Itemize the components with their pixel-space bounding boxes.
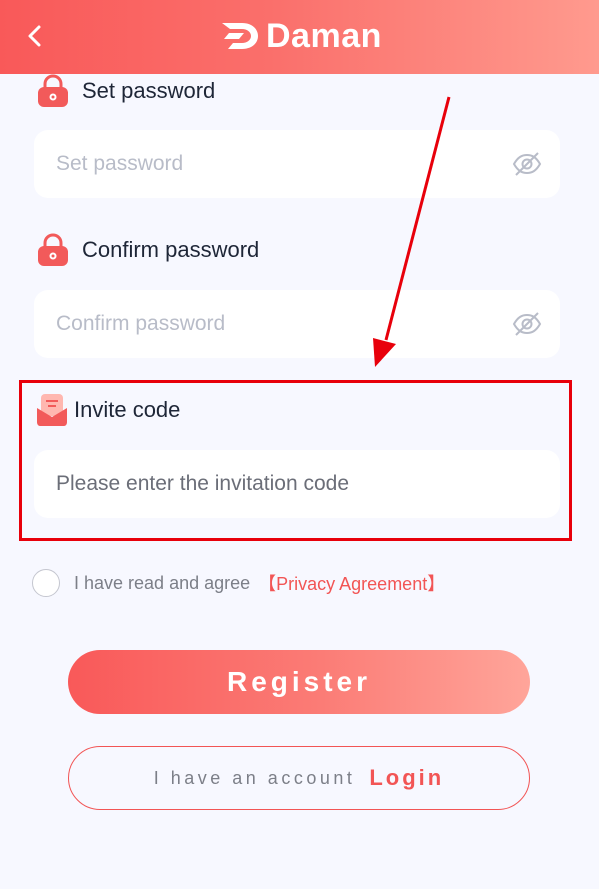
eye-off-icon[interactable] bbox=[512, 311, 542, 337]
confirm-password-input[interactable] bbox=[54, 311, 498, 337]
have-account-text: I have an account bbox=[153, 767, 356, 788]
brand: Daman bbox=[220, 16, 382, 56]
lock-icon bbox=[38, 233, 68, 266]
confirm-password-label-row: Confirm password bbox=[36, 233, 259, 267]
login-button[interactable]: I have an account Login bbox=[68, 746, 530, 810]
set-password-input[interactable] bbox=[54, 151, 498, 177]
invite-code-input[interactable] bbox=[54, 471, 498, 497]
back-chevron-icon[interactable] bbox=[22, 22, 50, 50]
register-button[interactable]: Register bbox=[68, 650, 530, 714]
agreement-text: I have read and agree bbox=[74, 572, 251, 593]
set-password-label: Set password bbox=[82, 78, 216, 103]
set-password-label-row: Set password bbox=[36, 74, 215, 108]
agreement-row: I have read and agree 【Privacy Agreement… bbox=[32, 569, 445, 597]
invite-icon bbox=[37, 394, 67, 426]
confirm-password-label: Confirm password bbox=[82, 237, 260, 262]
confirm-password-field[interactable] bbox=[34, 290, 560, 358]
app-header: Daman bbox=[0, 0, 599, 74]
eye-off-icon[interactable] bbox=[512, 151, 542, 177]
lock-icon bbox=[38, 74, 68, 107]
invite-code-label: Invite code bbox=[74, 397, 181, 422]
privacy-agreement-link[interactable]: 【Privacy Agreement】 bbox=[258, 570, 445, 596]
brand-name: Daman bbox=[266, 16, 382, 55]
login-label: Login bbox=[369, 765, 445, 790]
invite-code-field[interactable] bbox=[34, 450, 560, 518]
set-password-field[interactable] bbox=[34, 130, 560, 198]
invite-code-label-row: Invite code bbox=[36, 393, 180, 427]
daman-logo-icon bbox=[222, 23, 258, 49]
agreement-checkbox[interactable] bbox=[32, 569, 60, 597]
